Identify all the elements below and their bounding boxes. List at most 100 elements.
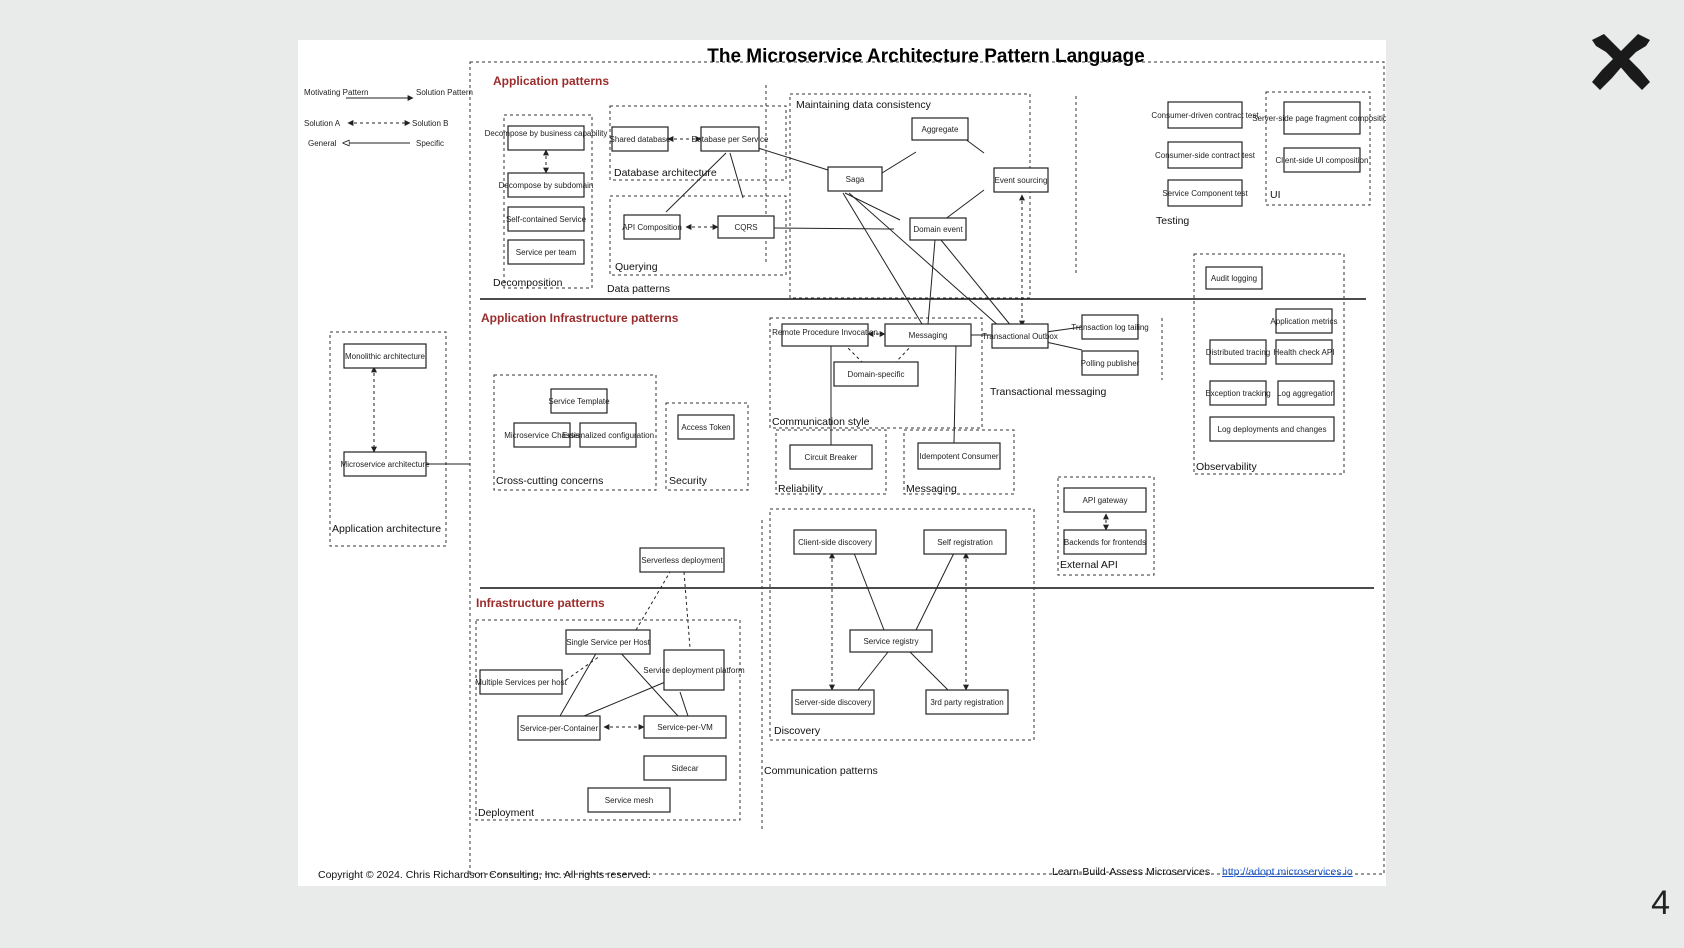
pattern-box-log-deployments[interactable]: Log deployments and changes: [1209, 416, 1335, 442]
group-label: Communication patterns: [764, 765, 878, 777]
pattern-box-circuit-breaker[interactable]: Circuit Breaker: [789, 444, 873, 470]
pattern-box-component-test[interactable]: Service Component test: [1162, 179, 1248, 207]
pattern-box-app-metrics[interactable]: Application metrics: [1270, 308, 1338, 334]
pattern-box-access-token[interactable]: Access Token: [677, 414, 735, 440]
pattern-label: Server-side page fragment composition: [1252, 114, 1386, 123]
pattern-box-client-ui[interactable]: Client-side UI composition: [1276, 147, 1369, 173]
group-label: Deployment: [478, 807, 534, 819]
pattern-label: Audit logging: [1211, 274, 1257, 283]
pattern-label: API Composition: [622, 223, 682, 232]
svg-text:Serverless deployment: Serverless deployment: [641, 556, 723, 565]
pattern-label: Consumer-driven contract test: [1151, 111, 1259, 120]
svg-text:Messaging: Messaging: [909, 331, 948, 340]
pattern-box-dist-tracing[interactable]: Distributed tracing: [1206, 339, 1270, 365]
pattern-box-multiple-host[interactable]: Multiple Services per host: [475, 669, 568, 695]
pattern-label: Decompose by subdomain: [499, 181, 594, 190]
pattern-box-exception-tracking[interactable]: Exception tracking: [1205, 380, 1271, 406]
pattern-box-server-fragment[interactable]: Server-side page fragment composition: [1252, 101, 1386, 135]
pattern-label: Idempotent Consumer: [919, 452, 998, 461]
pattern-box-cqrs[interactable]: CQRS: [717, 215, 775, 239]
svg-text:Server-side discovery: Server-side discovery: [795, 698, 872, 707]
svg-text:Event sourcing: Event sourcing: [995, 176, 1048, 185]
pattern-box-outbox[interactable]: Transactional Outbox: [982, 323, 1058, 349]
pattern-box-aggregate[interactable]: Aggregate: [911, 117, 969, 141]
pattern-box-single-host[interactable]: Single Service per Host: [565, 629, 651, 655]
pattern-box-decompose-subdomain[interactable]: Decompose by subdomain: [499, 172, 594, 198]
pattern-box-log-aggregation[interactable]: Log aggregation: [1277, 380, 1335, 406]
svg-text:Shared database: Shared database: [610, 135, 671, 144]
pattern-box-api-composition[interactable]: API Composition: [622, 214, 682, 240]
pattern-box-ext-config[interactable]: Externalized configuration: [562, 422, 654, 448]
pattern-label: Serverless deployment: [641, 556, 723, 565]
pattern-box-idempotent[interactable]: Idempotent Consumer: [917, 442, 1001, 470]
legend-left: General: [308, 139, 337, 148]
pattern-label: Log deployments and changes: [1218, 425, 1327, 434]
group-label: Application architecture: [332, 523, 441, 535]
pattern-box-polling[interactable]: Polling publisher: [1081, 350, 1140, 376]
group-label: Transactional messaging: [990, 386, 1106, 398]
pattern-box-health-check[interactable]: Health check API: [1274, 339, 1335, 365]
svg-text:Saga: Saga: [846, 175, 865, 184]
pattern-box-service-mesh[interactable]: Service mesh: [587, 787, 671, 813]
pattern-box-shared-database[interactable]: Shared database: [610, 126, 671, 152]
svg-text:Consumer-driven contract test: Consumer-driven contract test: [1151, 111, 1259, 120]
pattern-box-db-per-service[interactable]: Database per Service: [692, 126, 769, 152]
pattern-box-deploy-platform[interactable]: Service deployment platform: [643, 649, 745, 691]
svg-text:Transaction log tailing: Transaction log tailing: [1071, 323, 1149, 332]
group-consistency: [789, 93, 1031, 299]
pattern-box-consumer-contract[interactable]: Consumer-driven contract test: [1151, 101, 1259, 129]
svg-text:API Composition: API Composition: [622, 223, 682, 232]
pattern-box-rpi[interactable]: Remote Procedure Invocation: [772, 323, 878, 347]
pattern-box-event-sourcing[interactable]: Event sourcing: [993, 167, 1049, 193]
pattern-box-decompose-capability[interactable]: Decompose by business capability: [485, 125, 608, 151]
crossed-hammers-icon: [1592, 34, 1650, 90]
pattern-label: Self-contained Service: [506, 215, 587, 224]
svg-text:Single Service per Host: Single Service per Host: [566, 638, 650, 647]
pattern-label: API gateway: [1083, 496, 1128, 505]
pattern-label: Health check API: [1274, 348, 1335, 357]
pattern-box-container[interactable]: Service-per-Container: [517, 715, 601, 741]
footer-link[interactable]: http://adopt.microservices.io: [1222, 866, 1353, 878]
pattern-box-saga[interactable]: Saga: [827, 166, 883, 192]
pattern-box-vm[interactable]: Service-per-VM: [643, 715, 727, 739]
svg-text:Remote Procedure Invocation: Remote Procedure Invocation: [772, 328, 878, 337]
pattern-box-audit-logging[interactable]: Audit logging: [1205, 266, 1263, 290]
pattern-label: Microservice architecture: [341, 460, 430, 469]
pattern-label: Aggregate: [922, 125, 959, 134]
pattern-box-domain-event[interactable]: Domain event: [909, 217, 967, 241]
pattern-box-server-discovery[interactable]: Server-side discovery: [791, 689, 875, 715]
diagram-title: The Microservice Architecture Pattern La…: [707, 46, 1144, 67]
svg-text:Log aggregation: Log aggregation: [1277, 389, 1335, 398]
pattern-label: Application metrics: [1270, 317, 1337, 326]
pattern-label: Client-side UI composition: [1276, 156, 1369, 165]
pattern-label: Service-per-VM: [657, 723, 713, 732]
pattern-box-log-tailing[interactable]: Transaction log tailing: [1071, 314, 1149, 340]
pattern-box-api-gateway[interactable]: API gateway: [1063, 487, 1147, 513]
pattern-box-service-per-team[interactable]: Service per team: [507, 239, 585, 265]
pattern-box-serverless[interactable]: Serverless deployment: [639, 547, 725, 573]
svg-text:Microservice architecture: Microservice architecture: [341, 460, 430, 469]
svg-text:Aggregate: Aggregate: [922, 125, 959, 134]
pattern-label: Consumer-side contract test: [1155, 151, 1256, 160]
pattern-box-self-contained[interactable]: Self-contained Service: [506, 206, 587, 232]
group-label: UI: [1270, 189, 1281, 201]
pattern-box-monolithic[interactable]: Monolithic architecture: [343, 343, 427, 369]
pattern-box-sidecar[interactable]: Sidecar: [643, 755, 727, 781]
pattern-box-self-registration[interactable]: Self registration: [923, 529, 1007, 555]
pattern-box-third-party[interactable]: 3rd party registration: [925, 689, 1009, 715]
pattern-box-microservice-arch[interactable]: Microservice architecture: [341, 451, 430, 477]
svg-text:Health check API: Health check API: [1274, 348, 1335, 357]
pattern-label: Event sourcing: [995, 176, 1048, 185]
pattern-box-service-registry[interactable]: Service registry: [849, 629, 933, 653]
pattern-label: Sidecar: [671, 764, 698, 773]
section-infra: Infrastructure patterns: [476, 596, 605, 610]
pattern-box-service-template[interactable]: Service Template: [548, 388, 610, 414]
pattern-box-consumer-side[interactable]: Consumer-side contract test: [1155, 141, 1256, 169]
pattern-box-domain-specific[interactable]: Domain-specific: [833, 361, 919, 387]
svg-text:Self registration: Self registration: [937, 538, 993, 547]
pattern-box-client-discovery[interactable]: Client-side discovery: [793, 529, 877, 555]
pattern-label: Database per Service: [692, 135, 769, 144]
pattern-label: Service mesh: [605, 796, 653, 805]
pattern-box-messaging[interactable]: Messaging: [884, 323, 972, 347]
pattern-box-bff[interactable]: Backends for frontends: [1063, 529, 1147, 555]
